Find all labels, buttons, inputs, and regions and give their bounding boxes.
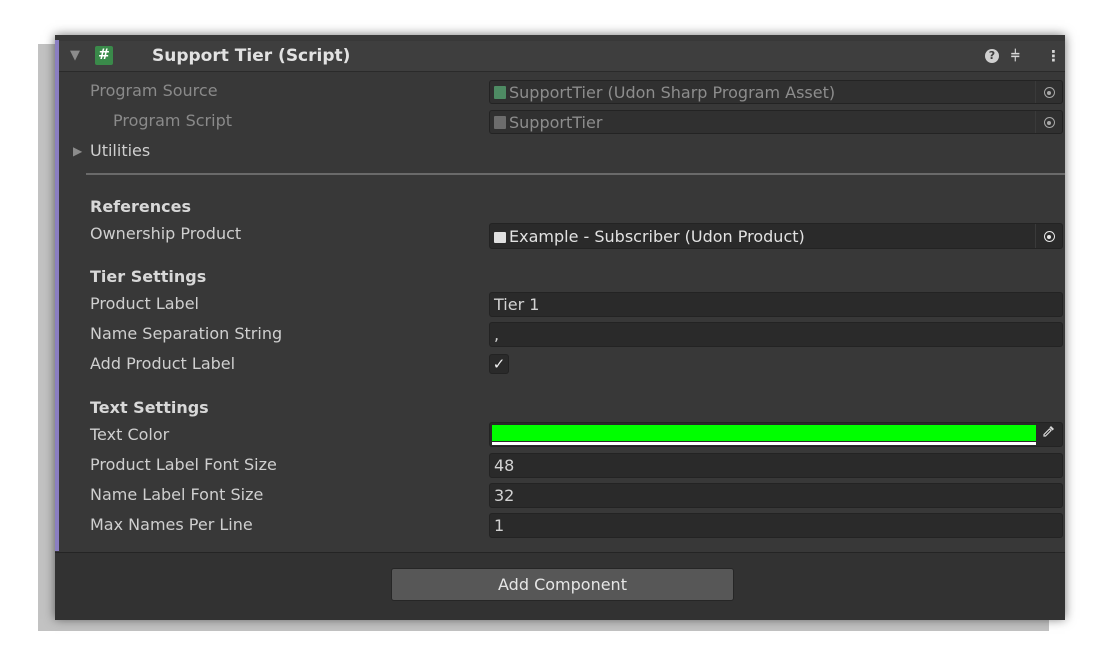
color-alpha-bar bbox=[492, 442, 1036, 445]
max-names-per-line-input[interactable]: 1 bbox=[489, 513, 1063, 538]
name-font-size-label: Name Label Font Size bbox=[90, 485, 264, 504]
add-product-label-checkbox[interactable]: ✓ bbox=[489, 354, 509, 374]
utilities-foldout[interactable]: Utilities bbox=[90, 141, 150, 160]
text-color-field[interactable] bbox=[489, 422, 1063, 447]
program-source-label: Program Source bbox=[90, 81, 218, 100]
fold-arrow-icon[interactable]: ▼ bbox=[70, 48, 80, 63]
add-product-label-label: Add Product Label bbox=[90, 354, 236, 373]
program-script-field[interactable]: SupportTier bbox=[489, 110, 1063, 134]
tier-settings-heading: Tier Settings bbox=[90, 267, 207, 286]
presets-icon[interactable]: ⫩ bbox=[1011, 47, 1020, 65]
ownership-product-label: Ownership Product bbox=[90, 224, 242, 243]
color-swatch[interactable] bbox=[492, 425, 1036, 441]
product-label-input[interactable]: Tier 1 bbox=[489, 292, 1063, 317]
object-picker-icon[interactable] bbox=[1035, 111, 1062, 133]
program-source-field[interactable]: SupportTier (Udon Sharp Program Asset) bbox=[489, 80, 1063, 104]
product-font-size-label: Product Label Font Size bbox=[90, 455, 277, 474]
program-script-label: Program Script bbox=[113, 111, 232, 130]
script-icon: # bbox=[95, 46, 113, 65]
name-separation-input[interactable]: , bbox=[489, 322, 1063, 347]
object-picker-icon[interactable] bbox=[1035, 224, 1062, 248]
section-divider bbox=[86, 173, 1065, 175]
text-settings-heading: Text Settings bbox=[90, 398, 209, 417]
add-component-button[interactable]: Add Component bbox=[391, 568, 734, 601]
component-accent-bar bbox=[55, 40, 59, 551]
max-names-per-line-label: Max Names Per Line bbox=[90, 515, 253, 534]
product-font-size-input[interactable]: 48 bbox=[489, 453, 1063, 478]
program-source-value: SupportTier (Udon Sharp Program Asset) bbox=[509, 83, 836, 102]
udon-program-asset-icon bbox=[494, 86, 506, 99]
cs-script-icon bbox=[494, 116, 506, 129]
references-heading: References bbox=[90, 197, 191, 216]
help-icon[interactable]: ? bbox=[985, 49, 999, 63]
utilities-foldout-arrow-icon[interactable]: ▶ bbox=[73, 144, 82, 158]
object-picker-icon[interactable] bbox=[1035, 81, 1062, 103]
udon-product-icon bbox=[494, 232, 506, 243]
inspector-panel: ▼ # Support Tier (Script) ? ⫩ ⋮ Program … bbox=[55, 35, 1065, 620]
ownership-product-value: Example - Subscriber (Udon Product) bbox=[509, 227, 805, 246]
inspector-footer: Add Component bbox=[55, 552, 1065, 620]
program-script-value: SupportTier bbox=[509, 113, 603, 132]
name-font-size-input[interactable]: 32 bbox=[489, 483, 1063, 508]
eyedropper-icon[interactable] bbox=[1038, 424, 1060, 445]
name-separation-label: Name Separation String bbox=[90, 324, 283, 343]
text-color-label: Text Color bbox=[90, 425, 170, 444]
ownership-product-field[interactable]: Example - Subscriber (Udon Product) bbox=[489, 223, 1063, 249]
component-header[interactable]: ▼ # Support Tier (Script) ? ⫩ ⋮ bbox=[59, 41, 1065, 72]
product-label-label: Product Label bbox=[90, 294, 199, 313]
component-title: Support Tier (Script) bbox=[152, 46, 351, 66]
more-icon[interactable]: ⋮ bbox=[1046, 47, 1061, 65]
